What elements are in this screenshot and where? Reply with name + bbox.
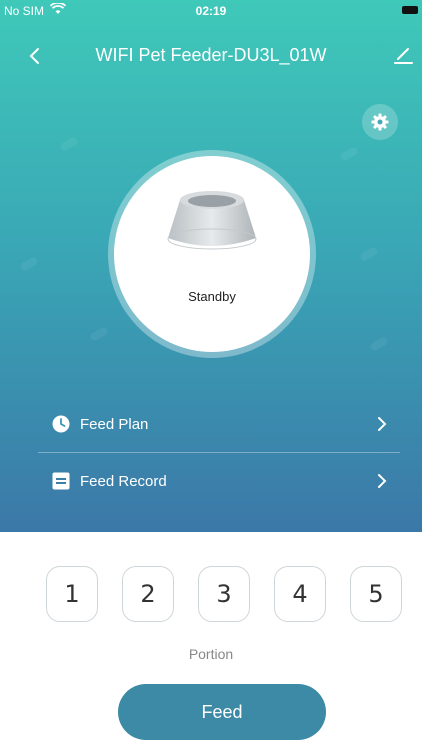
header-panel: No SIM 02:19 WIFI Pet Feeder-DU3L_01W St… xyxy=(0,0,422,532)
portion-option-4[interactable]: 4 xyxy=(274,566,326,622)
device-status-panel: Standby xyxy=(114,156,310,352)
paw-decoration xyxy=(339,146,359,162)
clock-icon xyxy=(52,415,70,433)
paw-decoration xyxy=(89,326,109,342)
feed-plan-label: Feed Plan xyxy=(80,415,149,433)
feed-button[interactable]: Feed xyxy=(118,684,326,740)
portion-option-3[interactable]: 3 xyxy=(198,566,250,622)
portion-option-5[interactable]: 5 xyxy=(350,566,402,622)
chevron-right-icon xyxy=(378,417,387,431)
device-status-label: Standby xyxy=(188,289,236,304)
feed-plan-row[interactable]: Feed Plan xyxy=(38,396,400,452)
page-title: WIFI Pet Feeder-DU3L_01W xyxy=(95,45,327,65)
gear-icon xyxy=(371,113,389,131)
feed-record-label: Feed Record xyxy=(80,472,167,490)
portion-option-2[interactable]: 2 xyxy=(122,566,174,622)
paw-decoration xyxy=(19,256,39,272)
navigation-bar: WIFI Pet Feeder-DU3L_01W xyxy=(0,36,422,72)
status-bar: No SIM 02:19 xyxy=(0,0,422,22)
clock-time: 02:19 xyxy=(195,4,227,18)
chevron-right-icon xyxy=(378,474,387,488)
portion-selector: 1 2 3 4 5 xyxy=(0,566,422,630)
paw-decoration xyxy=(359,246,379,262)
record-icon xyxy=(52,472,70,490)
battery-icon xyxy=(402,6,418,14)
portion-caption: Portion xyxy=(188,646,234,662)
feed-record-row[interactable]: Feed Record xyxy=(38,453,400,509)
pet-bowl-image xyxy=(167,191,257,250)
settings-button[interactable] xyxy=(362,104,398,140)
pencil-icon xyxy=(394,48,413,64)
paw-decoration xyxy=(59,136,79,152)
paw-decoration xyxy=(369,336,389,352)
edit-button[interactable] xyxy=(390,42,416,68)
portion-option-1[interactable]: 1 xyxy=(46,566,98,622)
